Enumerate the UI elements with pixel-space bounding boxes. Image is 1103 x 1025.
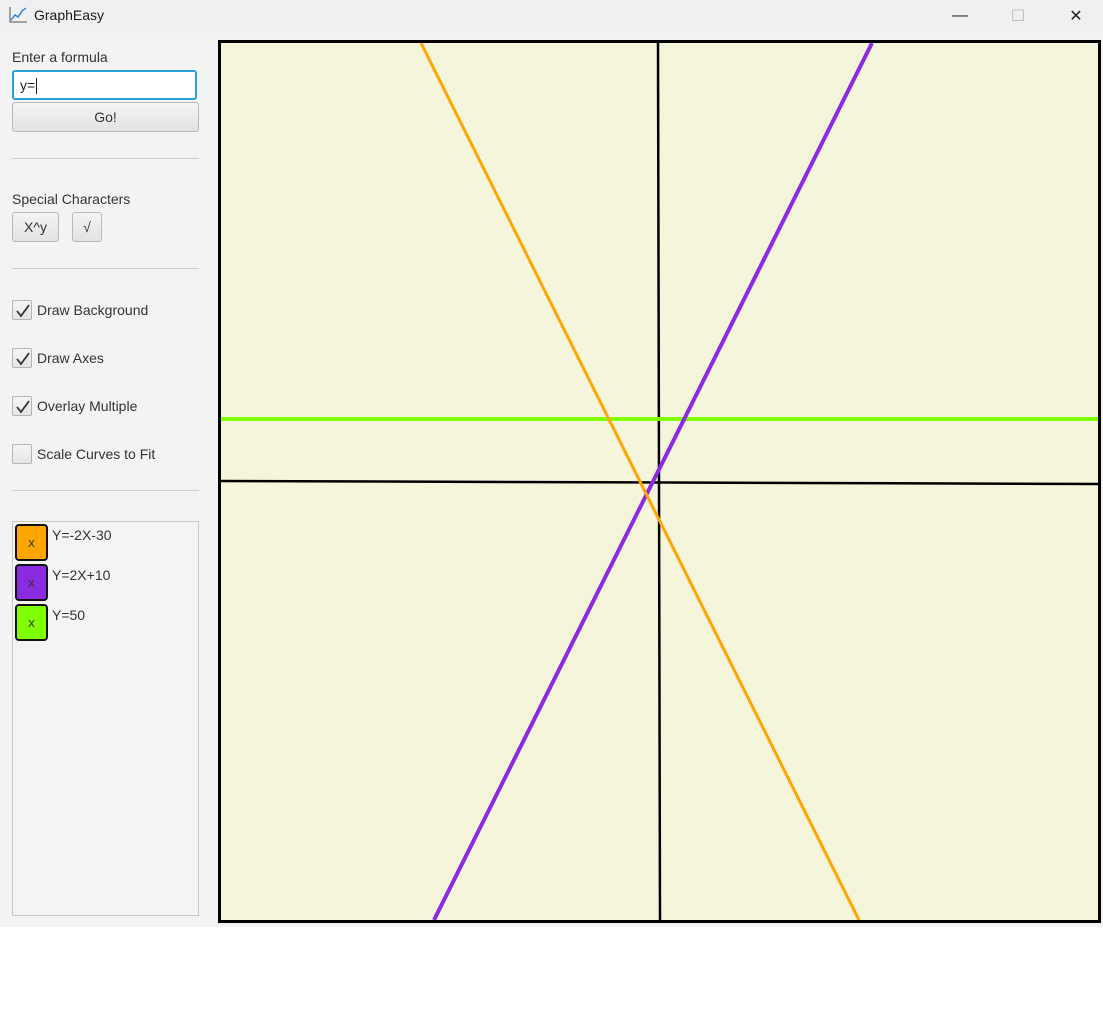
list-item: x Y=-2X-30 (14, 523, 194, 561)
remove-curve-button[interactable]: x (15, 564, 48, 601)
special-characters-label: Special Characters (12, 191, 131, 207)
draw-background-label: Draw Background (37, 302, 149, 318)
minimize-icon: — (952, 7, 968, 24)
overlay-multiple-option[interactable]: Overlay Multiple (12, 395, 137, 417)
sqrt-button-label: √ (83, 219, 91, 235)
minimize-button[interactable]: — (931, 0, 989, 32)
x-axis (221, 479, 1098, 486)
draw-axes-option[interactable]: Draw Axes (12, 347, 104, 369)
divider (12, 268, 199, 269)
go-button-label: Go! (94, 109, 117, 125)
power-button-label: X^y (24, 219, 47, 235)
maximize-icon: ☐ (1010, 8, 1026, 25)
remove-curve-button[interactable]: x (15, 604, 48, 641)
power-button[interactable]: X^y (12, 212, 59, 242)
draw-background-option[interactable]: Draw Background (12, 299, 148, 321)
go-button[interactable]: Go! (12, 102, 199, 132)
title-bar: GraphEasy — ☐ ✕ (0, 0, 1103, 32)
graph-plot (221, 43, 1098, 920)
curve-formula: Y=50 (52, 607, 86, 623)
draw-background-checkbox[interactable] (12, 300, 32, 320)
remove-curve-label: x (28, 575, 35, 590)
scale-curves-checkbox[interactable] (12, 444, 32, 464)
maximize-button[interactable]: ☐ (989, 0, 1047, 32)
close-button[interactable]: ✕ (1047, 0, 1103, 32)
list-item: x Y=2X+10 (14, 563, 194, 601)
draw-axes-checkbox[interactable] (12, 348, 32, 368)
formula-label: Enter a formula (12, 49, 108, 65)
graph-canvas[interactable] (218, 40, 1101, 923)
divider (12, 158, 199, 159)
control-sidebar: Enter a formula y= Go! Special Character… (0, 32, 212, 927)
checkmark-icon (16, 304, 30, 318)
remove-curve-button[interactable]: x (15, 524, 48, 561)
scale-curves-label: Scale Curves to Fit (37, 446, 156, 462)
formula-input[interactable]: y= (12, 70, 197, 100)
window-title: GraphEasy (34, 7, 105, 23)
remove-curve-label: x (28, 615, 35, 630)
overlay-multiple-checkbox[interactable] (12, 396, 32, 416)
overlay-multiple-label: Overlay Multiple (37, 398, 138, 414)
formula-input-value: y= (20, 77, 36, 93)
close-icon: ✕ (1069, 8, 1083, 25)
scale-curves-option[interactable]: Scale Curves to Fit (12, 443, 155, 465)
app-chart-icon (9, 7, 27, 23)
sqrt-button[interactable]: √ (72, 212, 102, 242)
checkmark-icon (16, 352, 30, 366)
text-caret (36, 78, 38, 95)
list-item: x Y=50 (14, 603, 194, 641)
divider (12, 490, 199, 491)
draw-axes-label: Draw Axes (37, 350, 104, 366)
checkmark-icon (16, 400, 30, 414)
curve-formula: Y=2X+10 (52, 567, 111, 583)
curve-list: x Y=-2X-30 x Y=2X+10 x Y=50 (12, 521, 199, 916)
remove-curve-label: x (28, 535, 35, 550)
curve-formula: Y=-2X-30 (52, 527, 112, 543)
app-window: GraphEasy — ☐ ✕ Enter a formula y= Go! S… (0, 0, 1103, 927)
